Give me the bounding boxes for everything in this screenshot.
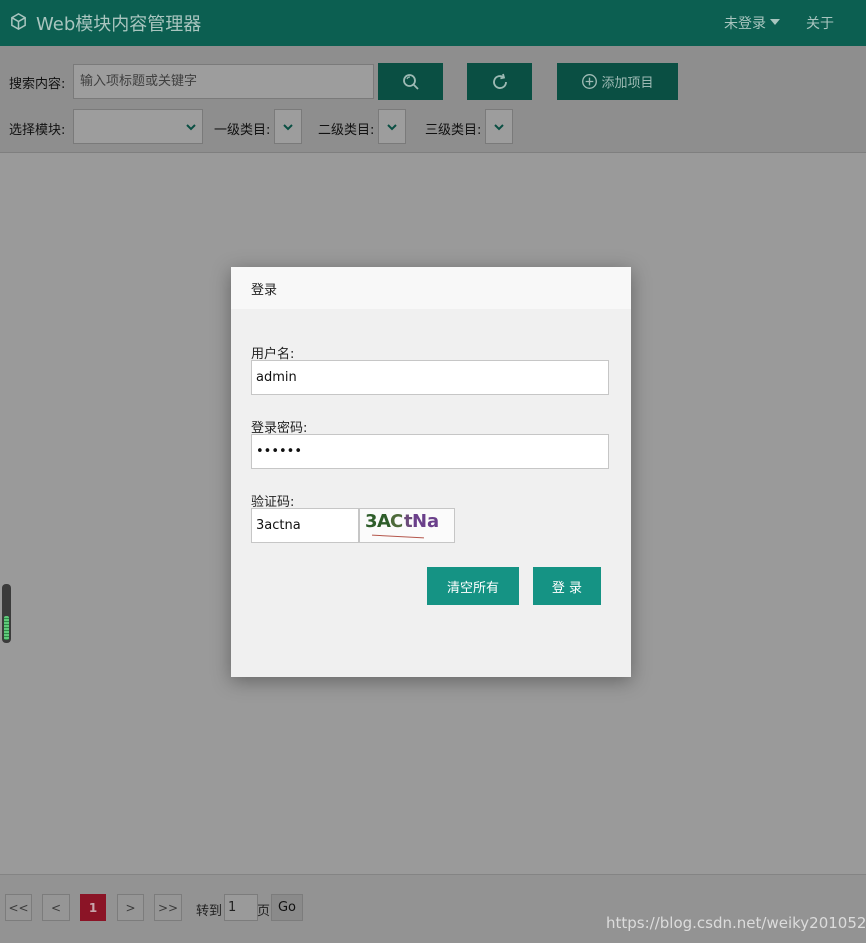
chevron-down-icon: [387, 124, 397, 131]
category3-select[interactable]: [485, 109, 513, 144]
category1-select[interactable]: [274, 109, 302, 144]
side-scroll-handle[interactable]: [2, 584, 11, 643]
goto-label: 转到: [196, 904, 223, 919]
goto-page-input[interactable]: [224, 894, 258, 921]
captcha-char: N: [412, 511, 428, 532]
search-button[interactable]: [378, 63, 443, 100]
toolbar: 搜索内容: 添加项目 选择模块: 一级类: [0, 46, 866, 153]
chevron-down-icon: [283, 124, 293, 131]
caret-down-icon: [770, 18, 780, 25]
current-page-button[interactable]: 1: [80, 894, 106, 921]
first-page-button[interactable]: <<: [5, 894, 32, 921]
modal-title: 登录: [251, 282, 278, 298]
chevron-down-icon: [494, 124, 504, 131]
category2-label: 二级类目:: [318, 123, 375, 138]
watermark-text: https://blog.csdn.net/weiky2010528: [606, 914, 866, 932]
search-label: 搜索内容:: [9, 77, 66, 92]
captcha-image[interactable]: 3 A C t N a: [359, 508, 455, 543]
search-input[interactable]: [73, 64, 374, 99]
pagination-bar: << < 1 > >> 转到 页 Go: [0, 874, 866, 943]
modal-header: 登录: [231, 267, 631, 309]
search-icon: [401, 72, 421, 92]
captcha-char: a: [427, 511, 440, 532]
next-page-button[interactable]: >: [117, 894, 144, 921]
side-handle-fill: [4, 616, 9, 640]
module-select[interactable]: [73, 109, 203, 144]
password-input[interactable]: [251, 434, 609, 469]
login-modal: 登录 用户名: 登录密码: 验证码: 3 A C t N a 清空所有 登 录: [231, 267, 631, 677]
add-item-button[interactable]: 添加项目: [557, 63, 678, 100]
cube-icon: [9, 12, 36, 35]
plus-circle-icon: [581, 73, 598, 90]
module-label: 选择模块:: [9, 123, 66, 138]
category3-label: 三级类目:: [425, 123, 482, 138]
refresh-icon: [490, 72, 510, 92]
clear-all-button[interactable]: 清空所有: [427, 567, 519, 605]
add-item-label: 添加项目: [601, 75, 654, 90]
prev-page-button[interactable]: <: [42, 894, 70, 921]
login-button[interactable]: 登 录: [533, 567, 601, 605]
brand[interactable]: Web模块内容管理器: [9, 0, 201, 46]
user-menu-label: 未登录: [724, 16, 766, 32]
go-button[interactable]: Go: [271, 894, 303, 921]
refresh-button[interactable]: [467, 63, 532, 100]
captcha-noise-line: [372, 534, 424, 539]
app-title: Web模块内容管理器: [36, 14, 202, 35]
top-navbar: Web模块内容管理器 未登录 关于: [0, 0, 866, 46]
captcha-char: 3: [365, 511, 378, 532]
user-menu[interactable]: 未登录: [724, 0, 780, 46]
category1-label: 一级类目:: [214, 123, 271, 138]
last-page-button[interactable]: >>: [154, 894, 182, 921]
captcha-input[interactable]: [251, 508, 359, 543]
chevron-down-icon: [186, 124, 196, 131]
username-input[interactable]: [251, 360, 609, 395]
page-unit-label: 页: [257, 904, 271, 919]
about-link[interactable]: 关于: [806, 0, 834, 46]
captcha-char: A: [377, 511, 391, 532]
category2-select[interactable]: [378, 109, 406, 144]
captcha-char: C: [390, 511, 404, 532]
